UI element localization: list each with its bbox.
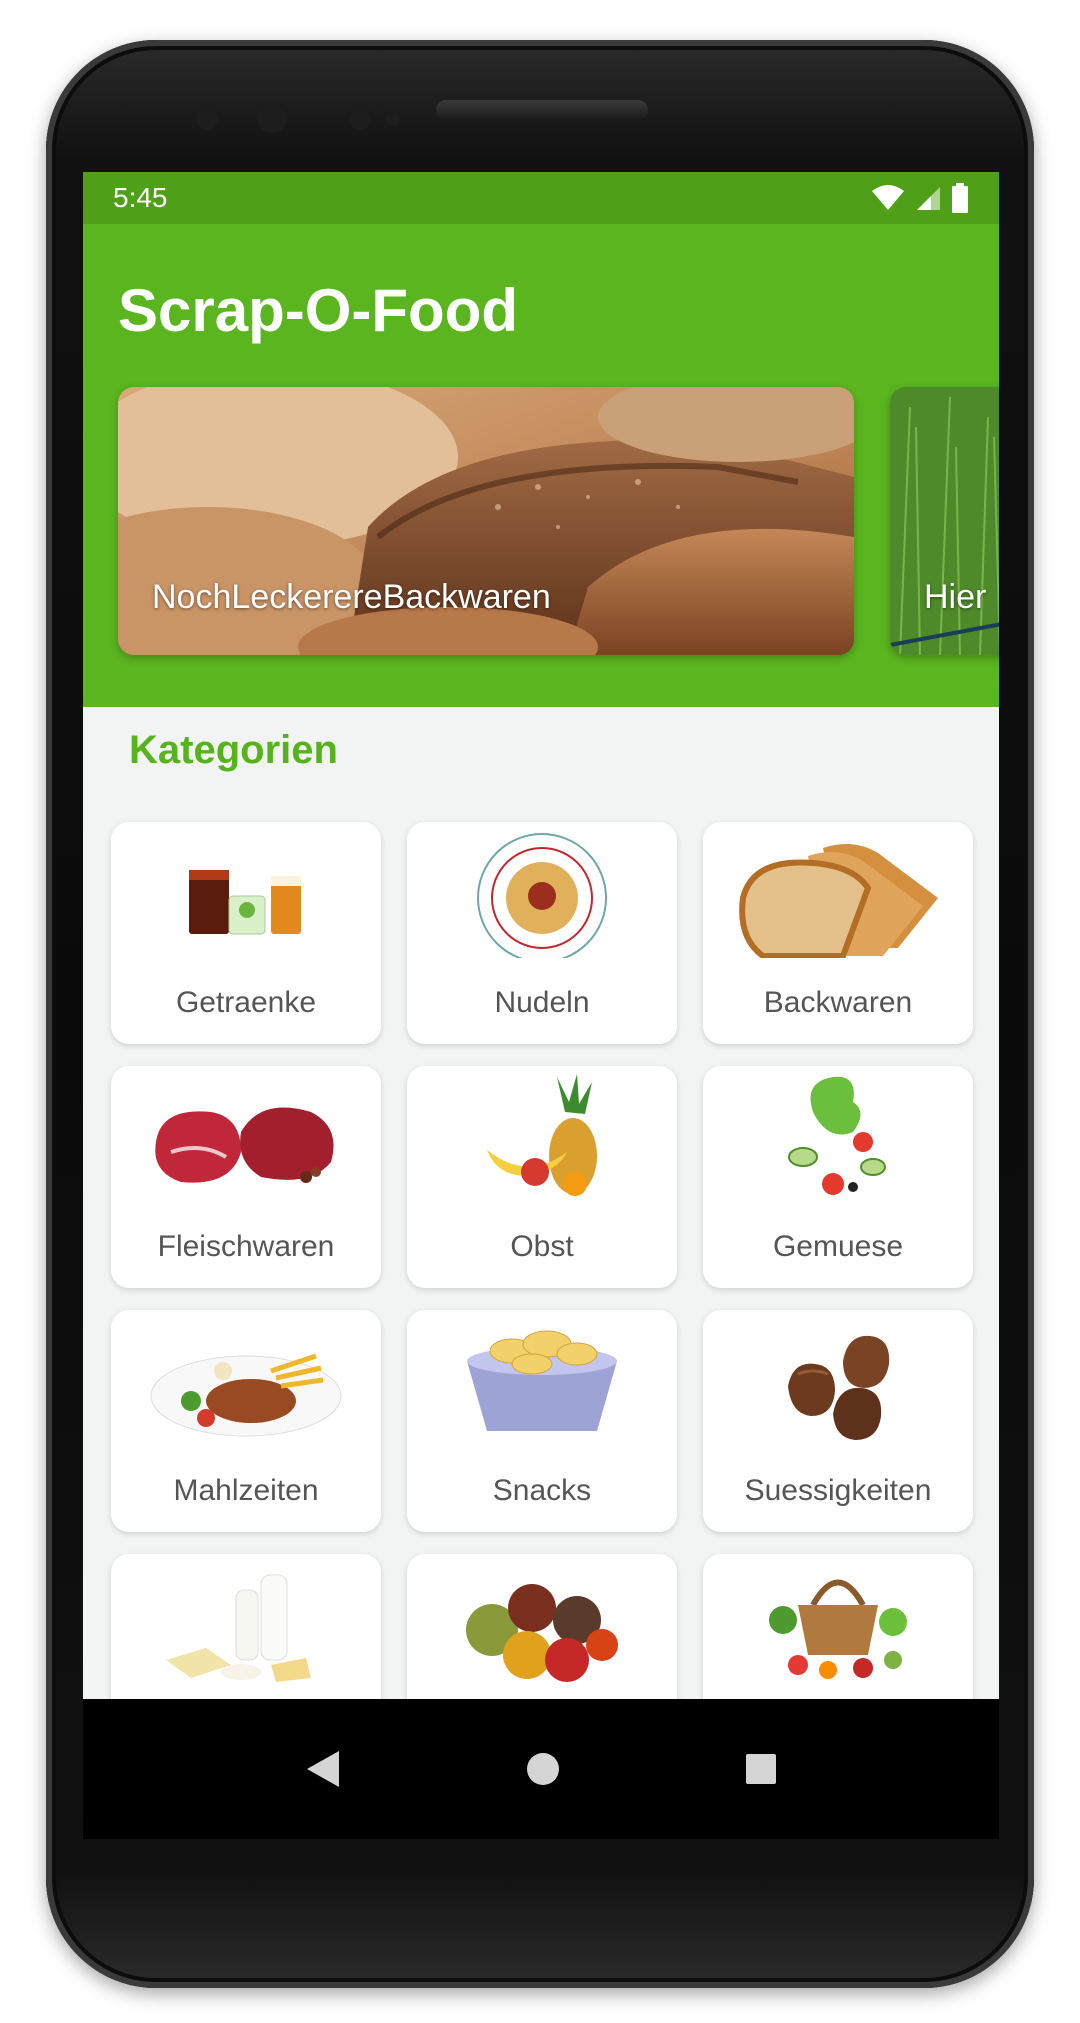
- sensor-dot: [386, 112, 400, 126]
- category-card-suessigkeiten[interactable]: Suessigkeiten: [703, 1310, 973, 1532]
- category-card-snacks[interactable]: Snacks: [407, 1310, 677, 1532]
- screen: 5:45 Scrap-O-Food NochLeckerereBackwaren…: [83, 172, 999, 1839]
- back-icon[interactable]: [305, 1749, 341, 1789]
- category-label: Backwaren: [763, 986, 913, 1019]
- category-card-nudeln[interactable]: Nudeln: [407, 822, 677, 1044]
- category-label: Snacks: [492, 1474, 592, 1507]
- battery-icon: [952, 183, 968, 213]
- sensor-dot: [196, 108, 218, 130]
- banner-carousel[interactable]: NochLeckerereBackwaren Hier: [118, 387, 999, 655]
- category-card-gemuese[interactable]: Gemuese: [703, 1066, 973, 1288]
- banner-label: Hier: [924, 578, 987, 616]
- category-card-backwaren[interactable]: Backwaren: [703, 822, 973, 1044]
- spices-icon: [466, 1584, 618, 1682]
- categories-title: Kategorien: [129, 728, 338, 772]
- banner-bread[interactable]: NochLeckerereBackwaren: [118, 387, 854, 655]
- category-card-fleischwaren[interactable]: Fleischwaren: [111, 1066, 381, 1288]
- app-title: Scrap-O-Food: [118, 277, 518, 344]
- pasta-icon: [477, 833, 607, 958]
- wifi-icon: [872, 185, 904, 210]
- front-camera: [258, 105, 286, 133]
- category-card-getraenke[interactable]: Getraenke: [111, 822, 381, 1044]
- app-header: Scrap-O-Food NochLeckerereBackwaren Hier: [83, 224, 999, 707]
- dairy-icon: [166, 1574, 311, 1682]
- category-label: Getraenke: [175, 986, 317, 1019]
- category-label: Mahlzeiten: [173, 1474, 319, 1507]
- fruit-icon: [487, 1074, 597, 1196]
- chips-bowl-icon: [467, 1330, 617, 1431]
- category-card-mahlzeiten[interactable]: Mahlzeiten: [111, 1310, 381, 1532]
- bread-slices-icon: [739, 844, 938, 958]
- recents-icon[interactable]: [745, 1753, 777, 1785]
- vegetables-icon: [788, 1076, 886, 1195]
- category-card-obst[interactable]: Obst: [407, 1066, 677, 1288]
- category-label: Nudeln: [494, 986, 590, 1019]
- banner-label: NochLeckerereBackwaren: [152, 578, 551, 616]
- status-icons: [871, 183, 969, 213]
- home-icon[interactable]: [526, 1752, 560, 1786]
- status-time: 5:45: [113, 182, 168, 213]
- category-label: Suessigkeiten: [744, 1474, 932, 1507]
- category-label: Fleischwaren: [157, 1230, 335, 1263]
- chocolate-icon: [788, 1335, 890, 1440]
- navigation-bar: [83, 1699, 999, 1839]
- earpiece-speaker: [436, 100, 648, 120]
- status-bar: 5:45: [83, 172, 999, 224]
- banner-grass[interactable]: Hier: [890, 387, 999, 655]
- food-basket-icon: [769, 1579, 907, 1679]
- meal-icon: [150, 1353, 342, 1437]
- category-label: Gemuese: [772, 1230, 904, 1263]
- category-label: Obst: [510, 1230, 574, 1263]
- meat-icon: [155, 1107, 334, 1183]
- sensor-dot: [349, 108, 371, 130]
- drinks-icon: [189, 870, 301, 935]
- signal-icon: [917, 187, 940, 210]
- phone-sensors: [46, 100, 1034, 150]
